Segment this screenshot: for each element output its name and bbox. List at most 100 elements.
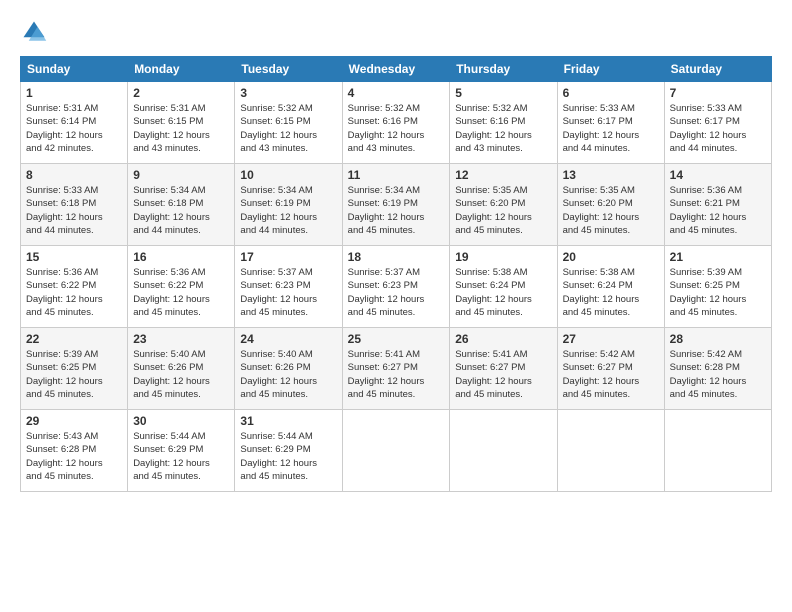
calendar-day-cell: 25 Sunrise: 5:41 AMSunset: 6:27 PMDaylig…	[342, 328, 450, 410]
calendar-day-cell: 13 Sunrise: 5:35 AMSunset: 6:20 PMDaylig…	[557, 164, 664, 246]
day-detail: Sunrise: 5:35 AMSunset: 6:20 PMDaylight:…	[563, 185, 640, 236]
day-number: 13	[563, 168, 659, 182]
day-number: 12	[455, 168, 551, 182]
day-detail: Sunrise: 5:42 AMSunset: 6:28 PMDaylight:…	[670, 349, 747, 400]
weekday-header: Sunday	[21, 57, 128, 82]
day-number: 27	[563, 332, 659, 346]
day-detail: Sunrise: 5:38 AMSunset: 6:24 PMDaylight:…	[563, 267, 640, 318]
day-number: 7	[670, 86, 766, 100]
day-detail: Sunrise: 5:36 AMSunset: 6:22 PMDaylight:…	[133, 267, 210, 318]
empty-cell	[342, 410, 450, 492]
calendar-day-cell: 15 Sunrise: 5:36 AMSunset: 6:22 PMDaylig…	[21, 246, 128, 328]
weekday-header: Friday	[557, 57, 664, 82]
day-number: 30	[133, 414, 229, 428]
empty-cell	[664, 410, 771, 492]
calendar-day-cell: 4 Sunrise: 5:32 AMSunset: 6:16 PMDayligh…	[342, 82, 450, 164]
calendar-table: SundayMondayTuesdayWednesdayThursdayFrid…	[20, 56, 772, 492]
day-number: 20	[563, 250, 659, 264]
calendar-day-cell: 30 Sunrise: 5:44 AMSunset: 6:29 PMDaylig…	[128, 410, 235, 492]
weekday-header: Wednesday	[342, 57, 450, 82]
calendar-day-cell: 29 Sunrise: 5:43 AMSunset: 6:28 PMDaylig…	[21, 410, 128, 492]
day-detail: Sunrise: 5:42 AMSunset: 6:27 PMDaylight:…	[563, 349, 640, 400]
calendar-day-cell: 9 Sunrise: 5:34 AMSunset: 6:18 PMDayligh…	[128, 164, 235, 246]
day-detail: Sunrise: 5:37 AMSunset: 6:23 PMDaylight:…	[240, 267, 317, 318]
calendar-day-cell: 20 Sunrise: 5:38 AMSunset: 6:24 PMDaylig…	[557, 246, 664, 328]
day-detail: Sunrise: 5:39 AMSunset: 6:25 PMDaylight:…	[670, 267, 747, 318]
calendar-day-cell: 6 Sunrise: 5:33 AMSunset: 6:17 PMDayligh…	[557, 82, 664, 164]
logo	[20, 18, 52, 46]
calendar-day-cell: 21 Sunrise: 5:39 AMSunset: 6:25 PMDaylig…	[664, 246, 771, 328]
day-detail: Sunrise: 5:40 AMSunset: 6:26 PMDaylight:…	[240, 349, 317, 400]
empty-cell	[557, 410, 664, 492]
day-number: 10	[240, 168, 336, 182]
day-number: 25	[348, 332, 445, 346]
day-number: 22	[26, 332, 122, 346]
day-number: 8	[26, 168, 122, 182]
calendar-day-cell: 28 Sunrise: 5:42 AMSunset: 6:28 PMDaylig…	[664, 328, 771, 410]
calendar-day-cell: 12 Sunrise: 5:35 AMSunset: 6:20 PMDaylig…	[450, 164, 557, 246]
logo-icon	[20, 18, 48, 46]
calendar-day-cell: 16 Sunrise: 5:36 AMSunset: 6:22 PMDaylig…	[128, 246, 235, 328]
day-detail: Sunrise: 5:34 AMSunset: 6:19 PMDaylight:…	[240, 185, 317, 236]
day-number: 1	[26, 86, 122, 100]
weekday-header: Thursday	[450, 57, 557, 82]
day-detail: Sunrise: 5:32 AMSunset: 6:15 PMDaylight:…	[240, 103, 317, 154]
calendar-day-cell: 31 Sunrise: 5:44 AMSunset: 6:29 PMDaylig…	[235, 410, 342, 492]
day-detail: Sunrise: 5:36 AMSunset: 6:22 PMDaylight:…	[26, 267, 103, 318]
page: SundayMondayTuesdayWednesdayThursdayFrid…	[0, 0, 792, 504]
calendar-day-cell: 14 Sunrise: 5:36 AMSunset: 6:21 PMDaylig…	[664, 164, 771, 246]
calendar-day-cell: 7 Sunrise: 5:33 AMSunset: 6:17 PMDayligh…	[664, 82, 771, 164]
calendar-day-cell: 11 Sunrise: 5:34 AMSunset: 6:19 PMDaylig…	[342, 164, 450, 246]
day-number: 23	[133, 332, 229, 346]
calendar-day-cell: 24 Sunrise: 5:40 AMSunset: 6:26 PMDaylig…	[235, 328, 342, 410]
day-detail: Sunrise: 5:33 AMSunset: 6:17 PMDaylight:…	[563, 103, 640, 154]
day-number: 4	[348, 86, 445, 100]
day-detail: Sunrise: 5:43 AMSunset: 6:28 PMDaylight:…	[26, 431, 103, 482]
calendar-day-cell: 27 Sunrise: 5:42 AMSunset: 6:27 PMDaylig…	[557, 328, 664, 410]
day-number: 9	[133, 168, 229, 182]
day-number: 26	[455, 332, 551, 346]
day-detail: Sunrise: 5:31 AMSunset: 6:15 PMDaylight:…	[133, 103, 210, 154]
calendar-day-cell: 8 Sunrise: 5:33 AMSunset: 6:18 PMDayligh…	[21, 164, 128, 246]
day-number: 6	[563, 86, 659, 100]
day-detail: Sunrise: 5:34 AMSunset: 6:19 PMDaylight:…	[348, 185, 425, 236]
day-number: 28	[670, 332, 766, 346]
calendar-day-cell: 26 Sunrise: 5:41 AMSunset: 6:27 PMDaylig…	[450, 328, 557, 410]
day-detail: Sunrise: 5:32 AMSunset: 6:16 PMDaylight:…	[348, 103, 425, 154]
header	[20, 18, 772, 46]
day-number: 21	[670, 250, 766, 264]
day-number: 18	[348, 250, 445, 264]
day-detail: Sunrise: 5:32 AMSunset: 6:16 PMDaylight:…	[455, 103, 532, 154]
day-detail: Sunrise: 5:44 AMSunset: 6:29 PMDaylight:…	[240, 431, 317, 482]
day-detail: Sunrise: 5:33 AMSunset: 6:18 PMDaylight:…	[26, 185, 103, 236]
weekday-header: Saturday	[664, 57, 771, 82]
calendar-day-cell: 18 Sunrise: 5:37 AMSunset: 6:23 PMDaylig…	[342, 246, 450, 328]
calendar-day-cell: 10 Sunrise: 5:34 AMSunset: 6:19 PMDaylig…	[235, 164, 342, 246]
day-number: 19	[455, 250, 551, 264]
day-number: 17	[240, 250, 336, 264]
day-detail: Sunrise: 5:38 AMSunset: 6:24 PMDaylight:…	[455, 267, 532, 318]
day-number: 29	[26, 414, 122, 428]
day-number: 3	[240, 86, 336, 100]
day-detail: Sunrise: 5:41 AMSunset: 6:27 PMDaylight:…	[455, 349, 532, 400]
day-number: 11	[348, 168, 445, 182]
weekday-header: Tuesday	[235, 57, 342, 82]
calendar-day-cell: 23 Sunrise: 5:40 AMSunset: 6:26 PMDaylig…	[128, 328, 235, 410]
day-detail: Sunrise: 5:35 AMSunset: 6:20 PMDaylight:…	[455, 185, 532, 236]
day-detail: Sunrise: 5:33 AMSunset: 6:17 PMDaylight:…	[670, 103, 747, 154]
day-number: 16	[133, 250, 229, 264]
day-detail: Sunrise: 5:44 AMSunset: 6:29 PMDaylight:…	[133, 431, 210, 482]
calendar-day-cell: 5 Sunrise: 5:32 AMSunset: 6:16 PMDayligh…	[450, 82, 557, 164]
day-detail: Sunrise: 5:37 AMSunset: 6:23 PMDaylight:…	[348, 267, 425, 318]
day-detail: Sunrise: 5:36 AMSunset: 6:21 PMDaylight:…	[670, 185, 747, 236]
day-number: 15	[26, 250, 122, 264]
day-detail: Sunrise: 5:34 AMSunset: 6:18 PMDaylight:…	[133, 185, 210, 236]
day-detail: Sunrise: 5:40 AMSunset: 6:26 PMDaylight:…	[133, 349, 210, 400]
calendar-day-cell: 22 Sunrise: 5:39 AMSunset: 6:25 PMDaylig…	[21, 328, 128, 410]
empty-cell	[450, 410, 557, 492]
day-detail: Sunrise: 5:39 AMSunset: 6:25 PMDaylight:…	[26, 349, 103, 400]
day-number: 14	[670, 168, 766, 182]
calendar-day-cell: 3 Sunrise: 5:32 AMSunset: 6:15 PMDayligh…	[235, 82, 342, 164]
day-number: 31	[240, 414, 336, 428]
calendar-day-cell: 17 Sunrise: 5:37 AMSunset: 6:23 PMDaylig…	[235, 246, 342, 328]
